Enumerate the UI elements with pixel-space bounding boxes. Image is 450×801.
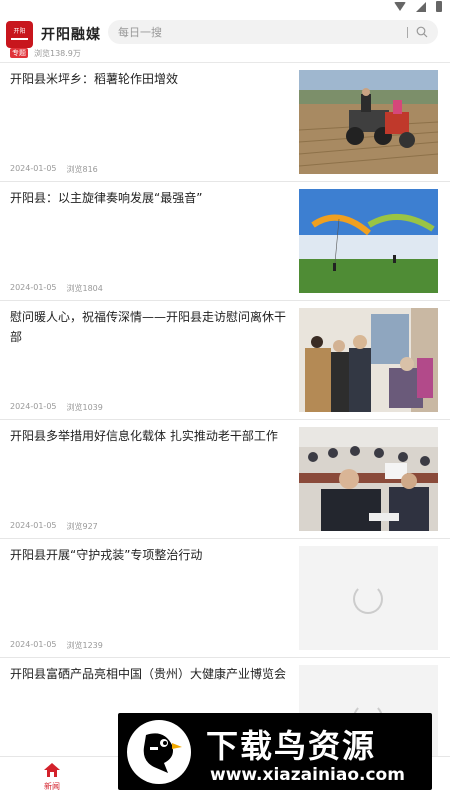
news-meta: 2024-01-05 浏览927 <box>10 521 98 532</box>
topic-badge: 专题 <box>10 48 28 58</box>
news-item[interactable]: 开阳县：以主旋律奏响发展“最强音” 2024-01-05 浏览1804 <box>0 182 450 301</box>
news-meta: 2024-01-05 浏览816 <box>10 164 98 175</box>
news-thumbnail-computer-class[interactable] <box>299 427 438 531</box>
news-thumbnail-loading[interactable] <box>299 546 438 650</box>
news-views: 浏览1039 <box>66 403 103 412</box>
news-thumbnail-farm-tractor[interactable] <box>299 70 438 174</box>
nav-label: 新闻 <box>44 782 60 791</box>
news-views: 浏览1804 <box>66 284 103 293</box>
search-icon[interactable] <box>416 26 428 38</box>
news-views: 浏览816 <box>66 165 98 174</box>
news-date: 2024-01-05 <box>10 521 57 530</box>
topic-views: 浏览138.9万 <box>34 48 81 58</box>
news-thumbnail-home-visit[interactable] <box>299 308 438 412</box>
news-title[interactable]: 开阳县开展“守护戎装”专项整治行动 <box>10 545 290 565</box>
news-title[interactable]: 开阳县：以主旋律奏响发展“最强音” <box>10 188 290 208</box>
news-title[interactable]: 开阳县多举措用好信息化载体 扎实推动老干部工作 <box>10 426 290 446</box>
news-date: 2024-01-05 <box>10 640 57 649</box>
news-title[interactable]: 开阳县米坪乡：稻薯轮作田增效 <box>10 69 290 89</box>
news-meta: 2024-01-05 浏览1239 <box>10 640 103 651</box>
news-views: 浏览1239 <box>66 641 103 650</box>
search-bar[interactable]: 每日一搜 <box>108 20 438 44</box>
wifi-icon <box>394 2 406 11</box>
search-input[interactable]: 每日一搜 <box>118 24 407 40</box>
topic-row[interactable]: 专题 浏览138.9万 <box>0 46 450 60</box>
news-item[interactable]: 开阳县开展“守护戎装”专项整治行动 2024-01-05 浏览1239 <box>0 539 450 658</box>
news-views: 浏览927 <box>66 522 98 531</box>
news-item[interactable]: 开阳县多举措用好信息化载体 扎实推动老干部工作 2024-01-05 浏览927 <box>0 420 450 539</box>
news-meta: 2024-01-05 浏览1039 <box>10 402 103 413</box>
news-meta: 2024-01-05 浏览1804 <box>10 283 103 294</box>
bird-logo-icon <box>127 720 191 784</box>
nav-item-news[interactable]: 新闻 <box>22 761 82 792</box>
news-thumbnail-paragliding[interactable] <box>299 189 438 293</box>
news-date: 2024-01-05 <box>10 283 57 292</box>
home-icon <box>44 763 60 777</box>
news-date: 2024-01-05 <box>10 402 57 411</box>
battery-icon <box>436 1 442 12</box>
news-date: 2024-01-05 <box>10 164 57 173</box>
news-item[interactable]: 慰问暖人心，祝福传深情——开阳县走访慰问离休干部 2024-01-05 浏览10… <box>0 301 450 420</box>
news-item[interactable]: 开阳县米坪乡：稻薯轮作田增效 2024-01-05 浏览816 <box>0 63 450 182</box>
news-title[interactable]: 慰问暖人心，祝福传深情——开阳县走访慰问离休干部 <box>10 307 290 347</box>
logo-text: 开阳 <box>13 28 26 35</box>
signal-icon <box>416 1 426 12</box>
app-logo[interactable]: 开阳 <box>6 20 33 48</box>
watermark-banner: 下载鸟资源 www.xiazainiao.com <box>118 713 432 790</box>
watermark-url: www.xiazainiao.com <box>210 765 405 785</box>
search-divider <box>407 26 408 38</box>
loading-spinner-icon <box>353 584 383 614</box>
app-title: 开阳融媒 <box>41 27 101 43</box>
news-title[interactable]: 开阳县富硒产品亮相中国（贵州）大健康产业博览会 <box>10 664 290 684</box>
status-bar <box>0 0 450 14</box>
watermark-text: 下载鸟资源 <box>206 727 377 765</box>
